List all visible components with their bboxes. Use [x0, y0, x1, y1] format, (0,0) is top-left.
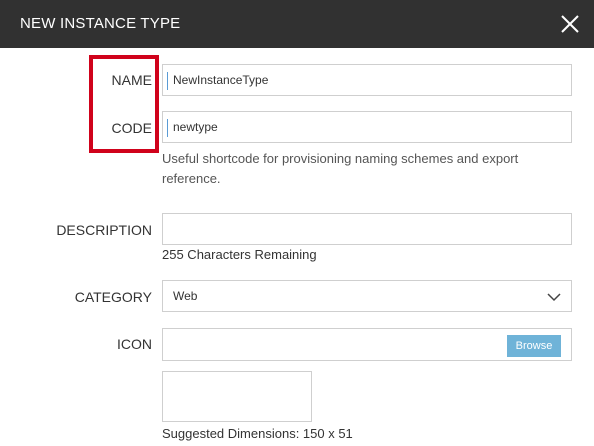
chevron-down-icon [547, 293, 561, 302]
category-selected-value: Web [173, 289, 198, 303]
icon-dimensions-hint: Suggested Dimensions: 150 x 51 [162, 426, 353, 441]
icon-label: ICON [117, 336, 152, 352]
icon-preview-box [162, 371, 312, 422]
icon-file-input[interactable]: Browse [162, 328, 572, 361]
code-input[interactable]: newtype [162, 111, 572, 143]
code-label: CODE [111, 120, 152, 136]
label-highlight-box [89, 55, 159, 153]
dialog-titlebar: NEW INSTANCE TYPE [0, 0, 594, 48]
dialog-title: NEW INSTANCE TYPE [20, 15, 181, 32]
close-icon[interactable] [558, 12, 582, 36]
browse-button[interactable]: Browse [507, 335, 561, 357]
code-help-line: reference. [162, 171, 221, 186]
name-input-value: NewInstanceType [173, 73, 269, 87]
name-input[interactable]: NewInstanceType [162, 64, 572, 96]
code-input-value: newtype [173, 120, 218, 134]
description-remaining: 255 Characters Remaining [162, 247, 317, 262]
text-caret [167, 72, 168, 90]
category-label: CATEGORY [74, 289, 152, 305]
description-input[interactable] [162, 213, 572, 245]
description-label: DESCRIPTION [56, 222, 152, 238]
name-label: NAME [111, 72, 152, 88]
code-help-text: Useful shortcode for provisioning naming… [162, 149, 518, 189]
code-help-line: Useful shortcode for provisioning naming… [162, 151, 519, 166]
category-select[interactable]: Web [162, 280, 572, 312]
text-caret [167, 119, 168, 137]
